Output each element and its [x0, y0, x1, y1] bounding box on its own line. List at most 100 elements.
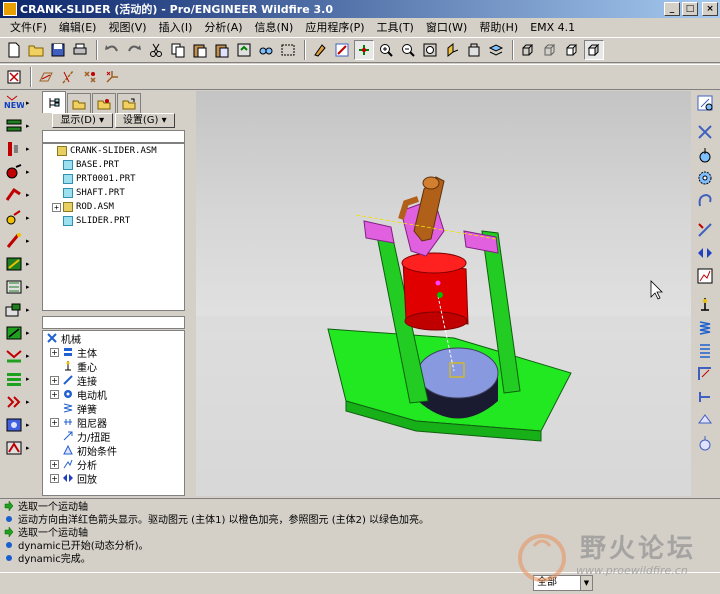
open-folder-icon[interactable]: [26, 40, 46, 60]
mechanism-tree-item[interactable]: 力/扭距: [43, 429, 184, 444]
minimize-button[interactable]: _: [664, 2, 680, 16]
drag-components-icon[interactable]: [692, 120, 718, 143]
coordinate-systems-icon[interactable]: [102, 67, 122, 87]
model-info-icon[interactable]: [692, 91, 718, 114]
assembly-icon[interactable]: ▸: [0, 114, 36, 137]
graphics-window[interactable]: [196, 91, 691, 496]
cut-icon[interactable]: [146, 40, 166, 60]
mechanism-tree-item[interactable]: + 连接: [43, 373, 184, 388]
mass-icon[interactable]: [692, 431, 718, 454]
reorient-icon[interactable]: [442, 40, 462, 60]
settings-dropdown[interactable]: 设置(G) ▾: [114, 113, 175, 128]
model-tree-filter-input[interactable]: [42, 130, 185, 143]
mass-properties-icon[interactable]: ▸: [0, 390, 36, 413]
model-tree-item[interactable]: PRT0001.PRT: [43, 172, 184, 186]
mechanism-tree-item[interactable]: 初始条件: [43, 443, 184, 458]
datum-planes-icon[interactable]: [36, 67, 56, 87]
menu-emx[interactable]: EMX 4.1: [524, 21, 581, 34]
show-dropdown[interactable]: 显示(D) ▾: [52, 113, 113, 128]
print-icon[interactable]: [70, 40, 90, 60]
gear-pair-icon[interactable]: ▸: [0, 206, 36, 229]
zoom-in-icon[interactable]: [376, 40, 396, 60]
servo-icon[interactable]: [692, 218, 718, 241]
datum-points-icon[interactable]: [80, 67, 100, 87]
hidden-line-icon[interactable]: [540, 40, 560, 60]
redo-icon[interactable]: [124, 40, 144, 60]
shading-icon[interactable]: [584, 40, 604, 60]
wireframe-icon[interactable]: [518, 40, 538, 60]
torque-icon[interactable]: [692, 385, 718, 408]
model-tree-item[interactable]: SHAFT.PRT: [43, 186, 184, 200]
model-tree-item[interactable]: + ROD.ASM: [43, 200, 184, 214]
menu-help[interactable]: 帮助(H): [473, 19, 524, 35]
execute-analysis-icon[interactable]: ▸: [0, 436, 36, 459]
no-hidden-icon[interactable]: [562, 40, 582, 60]
gravity-tool-icon[interactable]: ▸: [0, 413, 36, 436]
model-tree-item[interactable]: CRANK-SLIDER.ASM: [43, 144, 184, 158]
save-icon[interactable]: [48, 40, 68, 60]
menu-view[interactable]: 视图(V): [102, 19, 152, 35]
menu-file[interactable]: 文件(F): [4, 19, 53, 35]
saved-views-icon[interactable]: [464, 40, 484, 60]
mechanism-tree-item[interactable]: 机械: [43, 331, 184, 346]
menu-applications[interactable]: 应用程序(P): [299, 19, 370, 35]
initial-icon[interactable]: [692, 408, 718, 431]
menu-analysis[interactable]: 分析(A): [198, 19, 248, 35]
zoom-out-icon[interactable]: [398, 40, 418, 60]
mechanism-tree-item[interactable]: 弹簧: [43, 401, 184, 416]
model-tree-item[interactable]: SLIDER.PRT: [43, 214, 184, 228]
torque-tool-icon[interactable]: ▸: [0, 344, 36, 367]
maximize-button[interactable]: □: [682, 2, 698, 16]
mechanism-tree-item[interactable]: 重心: [43, 359, 184, 374]
layers-icon[interactable]: [486, 40, 506, 60]
mechanism-tree-item[interactable]: + 分析: [43, 457, 184, 472]
datum-axes-icon[interactable]: [58, 67, 78, 87]
expand-icon[interactable]: +: [50, 389, 59, 399]
slot-icon[interactable]: ▸: [0, 183, 36, 206]
menu-tools[interactable]: 工具(T): [371, 19, 420, 35]
navigator-sash[interactable]: [187, 91, 193, 496]
damper-tool-icon[interactable]: ▸: [0, 298, 36, 321]
spring-tool-icon[interactable]: ▸: [0, 275, 36, 298]
expand-icon[interactable]: +: [50, 417, 59, 427]
close-button[interactable]: ×: [702, 2, 718, 16]
model-tree-item[interactable]: BASE.PRT: [43, 158, 184, 172]
paste-special-icon[interactable]: [212, 40, 232, 60]
connection-tool-icon[interactable]: [692, 143, 718, 166]
gear-tool-icon[interactable]: [692, 166, 718, 189]
tab-connections[interactable]: [117, 93, 141, 113]
orient-mode-icon[interactable]: [354, 40, 374, 60]
menu-insert[interactable]: 插入(I): [153, 19, 199, 35]
cam-tool-icon[interactable]: [692, 189, 718, 212]
undo-icon[interactable]: [102, 40, 122, 60]
repaint-icon[interactable]: [310, 40, 330, 60]
damper-icon[interactable]: [692, 339, 718, 362]
mechanism-tree-item[interactable]: + 电动机: [43, 387, 184, 402]
spin-center-icon[interactable]: [332, 40, 352, 60]
tab-favorites[interactable]: [92, 93, 116, 113]
cam-icon[interactable]: ▸: [0, 160, 36, 183]
gravity-icon[interactable]: [692, 293, 718, 316]
new-file-icon[interactable]: [4, 40, 24, 60]
tab-folder-browser[interactable]: [67, 93, 91, 113]
expand-icon[interactable]: +: [50, 473, 59, 483]
menu-window[interactable]: 窗口(W): [420, 19, 473, 35]
expand-icon[interactable]: +: [50, 375, 59, 385]
menu-edit[interactable]: 编辑(E): [53, 19, 103, 35]
playback-tool-icon[interactable]: [692, 241, 718, 264]
find-icon[interactable]: [256, 40, 276, 60]
mechanism-tree-item[interactable]: + 回放: [43, 471, 184, 486]
regenerate-icon[interactable]: [234, 40, 254, 60]
select-box-icon[interactable]: [278, 40, 298, 60]
expand-icon[interactable]: +: [50, 347, 59, 357]
motor-tool-icon[interactable]: ▸: [0, 229, 36, 252]
force-icon[interactable]: [692, 362, 718, 385]
measure-icon[interactable]: [692, 264, 718, 287]
mechanism-tree-item[interactable]: + 主体: [43, 345, 184, 360]
mechanism-tree-filter-input[interactable]: [42, 316, 185, 329]
expand-icon[interactable]: +: [50, 459, 59, 469]
joint-icon[interactable]: ▸: [0, 137, 36, 160]
datum-display-icon[interactable]: [4, 67, 24, 87]
new-icon[interactable]: NEW ▸: [0, 91, 36, 114]
initial-condition-tool-icon[interactable]: ▸: [0, 367, 36, 390]
